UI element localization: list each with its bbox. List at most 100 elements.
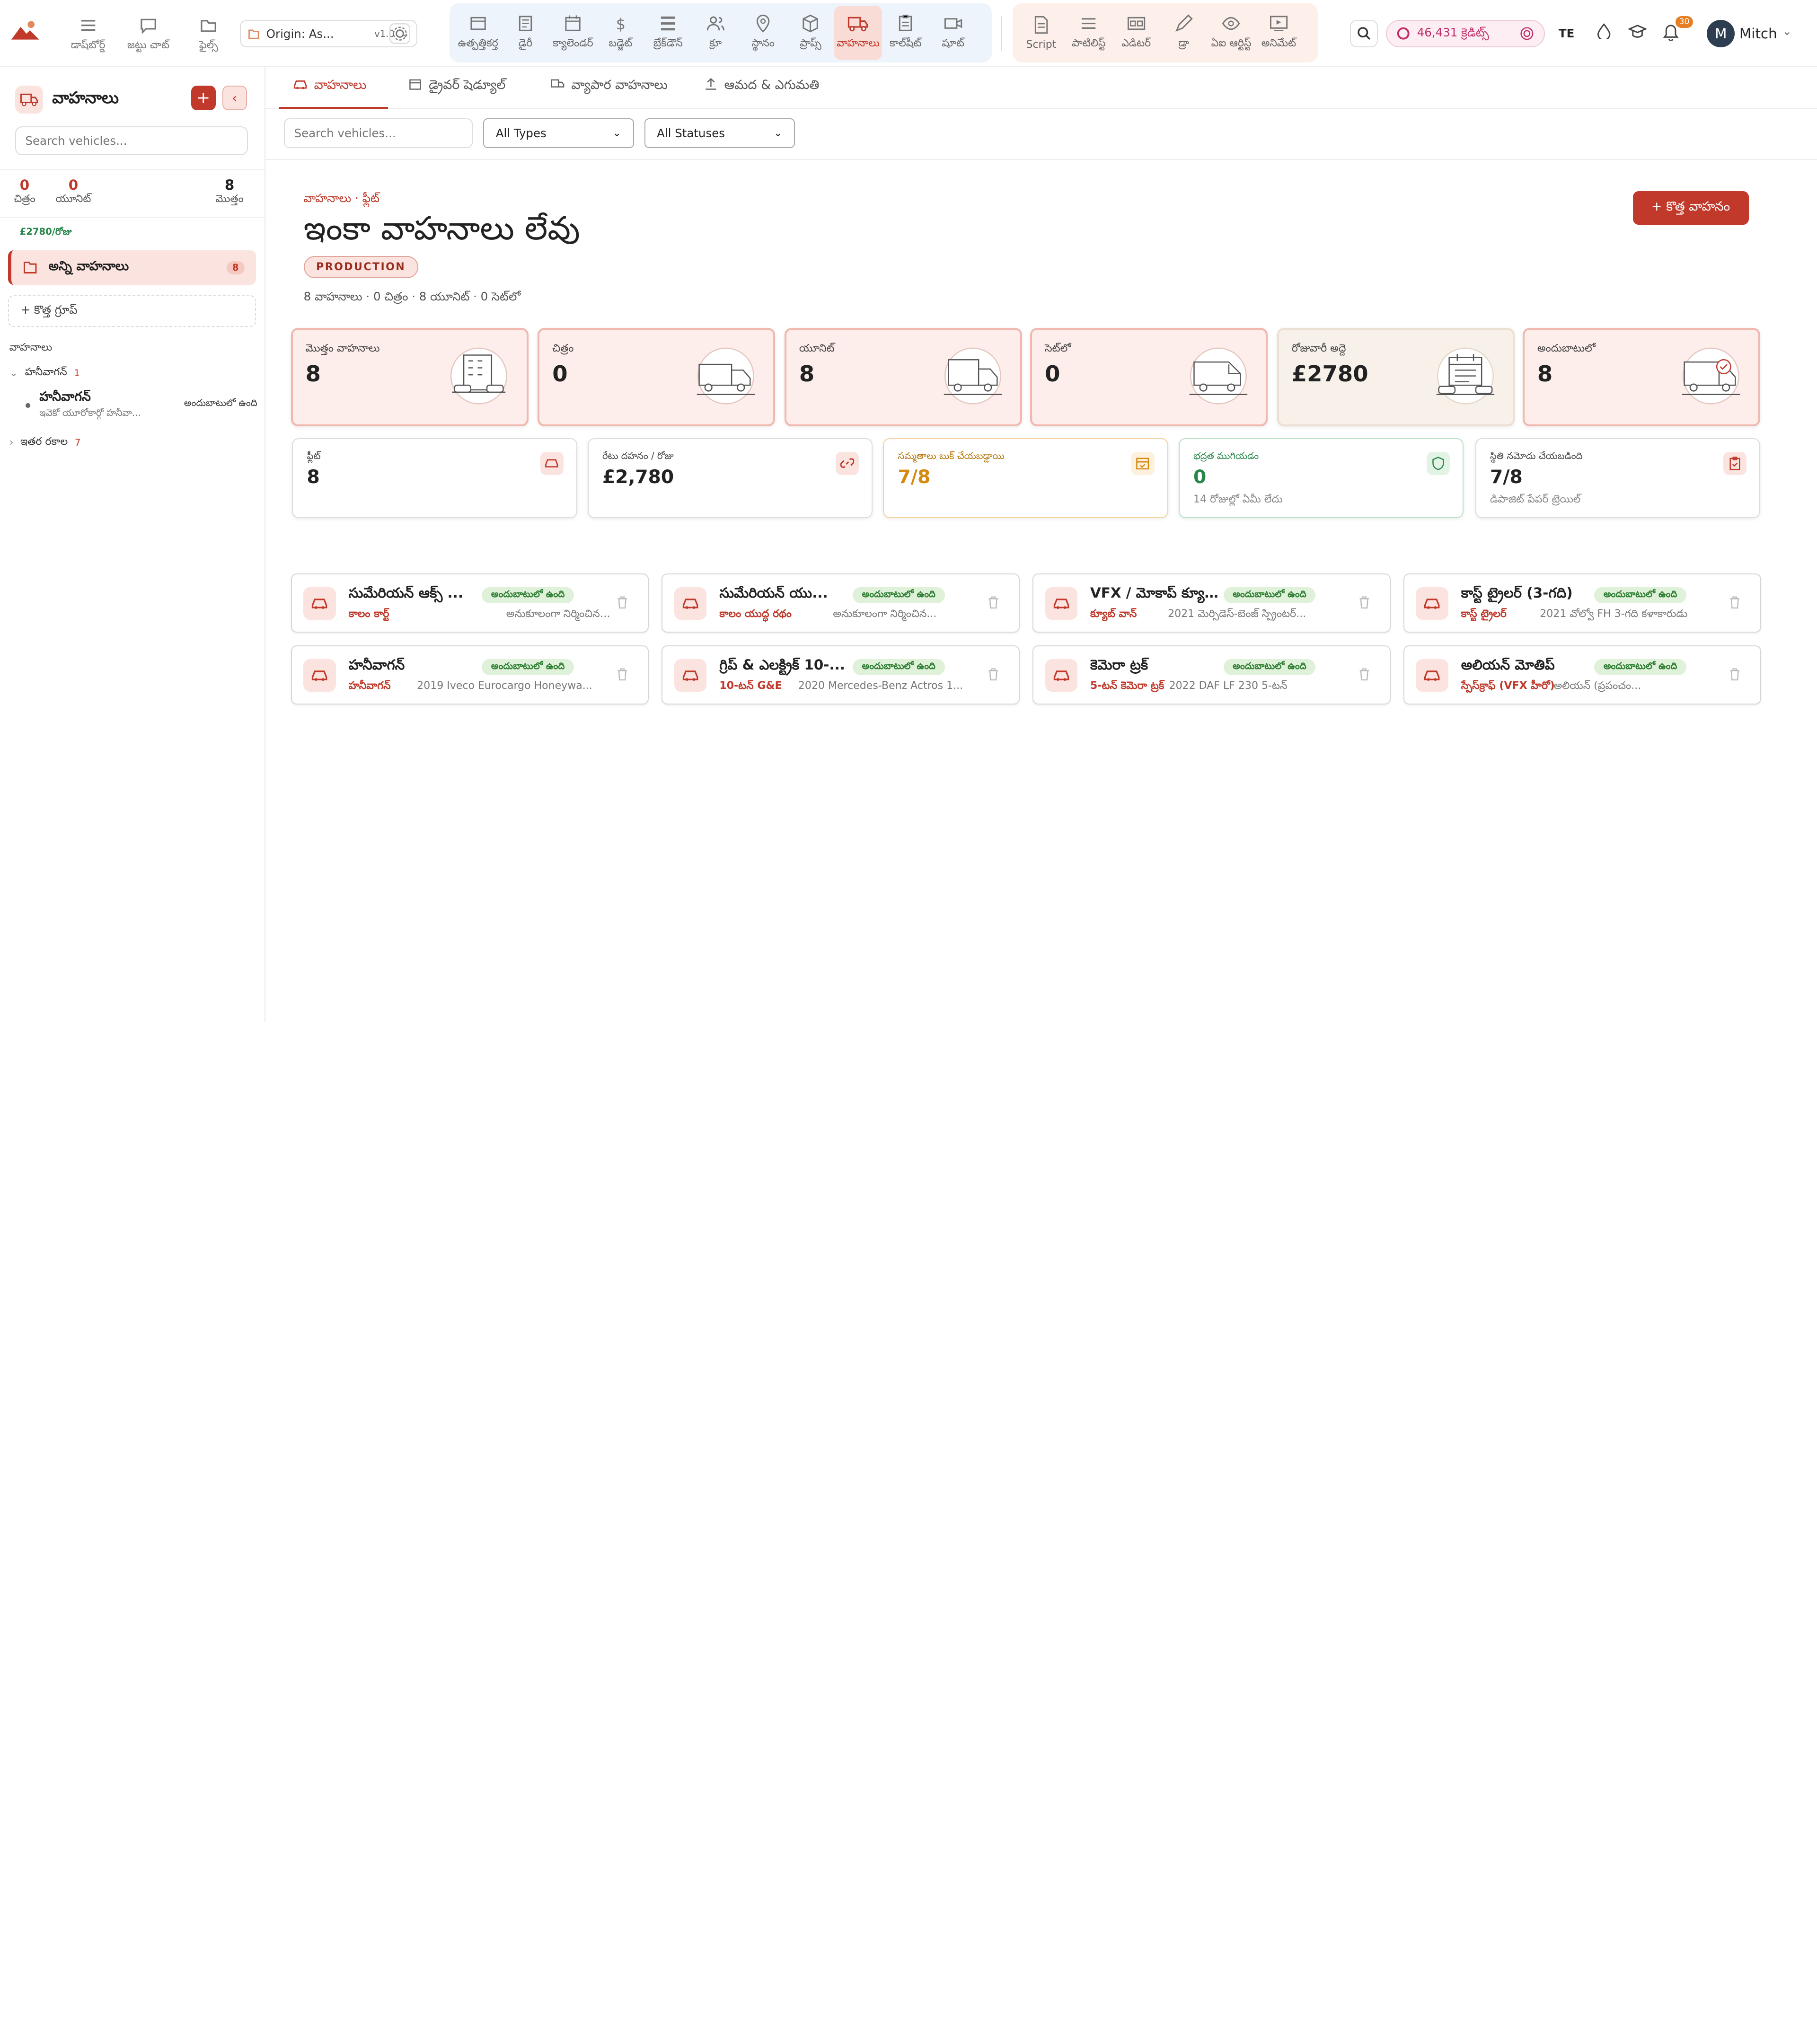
module-production[interactable]: ఉత్పత్తికర్త (454, 6, 502, 60)
car-icon (540, 451, 564, 475)
droplet-icon (1597, 23, 1611, 40)
shield-icon (1427, 451, 1450, 475)
vehicle-card[interactable]: సుమేరియన్ ఆక్స్ ... అందుబాటులో ఉంది కాలం క… (291, 573, 649, 633)
tab-import-export[interactable]: ఆమద & ఎగుమతి (705, 78, 819, 109)
tab-driver-schedule[interactable]: డ్రైవర్ షెడ్యూల్ (409, 78, 505, 109)
module-locations[interactable]: స్థానం (739, 6, 786, 60)
building-illustration-icon (450, 348, 508, 405)
delete-vehicle-button[interactable] (617, 667, 628, 681)
divider (1001, 16, 1003, 51)
chevron-down-icon[interactable]: ⌄ (1782, 24, 1792, 38)
add-vehicle-button[interactable]: + (191, 86, 216, 110)
mini-card-sub: 14 రోజుల్లో ఏమీ లేదు (1193, 493, 1283, 505)
tool-outline[interactable]: పాటిలిస్ట్ (1065, 6, 1112, 60)
vehicle-card[interactable]: కాస్ట్ ట్రైలర్ (3-గది) అందుబాటులో ఉంది కాస… (1403, 573, 1762, 633)
collapse-sidebar-button[interactable]: ‹ (222, 86, 247, 110)
trash-icon (1359, 668, 1369, 681)
status-filter-select[interactable]: All Statuses ⌄ (644, 118, 795, 149)
mini-card-label: ఫ్లీట్ (307, 450, 321, 462)
tool-animate[interactable]: అనిమేట్ (1255, 6, 1302, 60)
vehicle-card[interactable]: హనీవాగన్ అందుబాటులో ఉంది హనీవాగన్ 2019 Ivec… (291, 645, 649, 705)
shoot-icon (944, 18, 962, 29)
project-settings-button[interactable] (389, 23, 410, 44)
car-icon (303, 659, 336, 692)
vehicle-card[interactable]: అలియన్ మోతిప్ అందుబాటులో ఉంది స్పేస్‌క్రాఫ… (1403, 645, 1762, 705)
module-label: క్యాలెండర్ (553, 37, 593, 50)
calendar-icon (565, 15, 581, 32)
tool-editor[interactable]: ఎడిటర్ (1112, 6, 1160, 60)
tab-label: ఆమద & ఎగుమతి (724, 78, 820, 93)
module-props[interactable]: ప్రాప్స్ (787, 6, 834, 60)
stat-label: చిత్రం (14, 193, 35, 205)
module-budget[interactable]: $ బడ్జెట్ (597, 6, 644, 60)
new-group-button[interactable]: + కొత్త గ్రూప్ (8, 295, 256, 327)
stat-card-total: మొత్తం వాహనాలు 8 (291, 328, 529, 427)
credits-pill[interactable]: 46,431 క్రెడిట్స్ (1386, 19, 1545, 48)
vehicle-search-input[interactable] (283, 118, 473, 149)
project-name: Origin: As... (266, 26, 334, 41)
global-search-button[interactable] (1350, 19, 1378, 48)
car-icon (303, 587, 336, 620)
module-crew[interactable]: క్రూ (692, 6, 739, 60)
delete-vehicle-button[interactable] (617, 595, 628, 609)
language-switcher[interactable]: TE (1559, 26, 1574, 40)
section-label: వాహనాలు (9, 342, 53, 354)
vehicle-type: స్పేస్‌క్రాఫ్ (VFX హీరో) (1461, 680, 1555, 692)
vehicle-card[interactable]: గ్రిప్ & ఎలక్ట్రిక్ 10-... అందుబాటులో ఉంద… (662, 645, 1020, 705)
stat-card-label: రోజువారీ అద్దె (1291, 343, 1346, 354)
user-name[interactable]: Mitch (1739, 26, 1777, 42)
type-filter-select[interactable]: All Types ⌄ (483, 118, 634, 149)
new-vehicle-button[interactable]: + కొత్త వాహనం (1632, 191, 1749, 225)
nav-team-chat[interactable]: జట్టు చాట్ (121, 16, 176, 53)
nav-files[interactable]: ఫైల్స్ (181, 16, 237, 53)
avatar[interactable]: M (1707, 19, 1735, 48)
calendar-icon (409, 79, 422, 90)
tool-draw[interactable]: డ్రా (1160, 6, 1207, 60)
nav-dashboard[interactable]: డాష్‌బోర్డ్ (60, 16, 116, 53)
mini-card-value: £2,780 (602, 467, 674, 488)
learning-button[interactable] (1628, 23, 1647, 39)
app-logo[interactable] (11, 20, 40, 41)
sidebar-item-all-vehicles[interactable]: అన్ని వాహనాలు 8 (8, 250, 256, 285)
delete-vehicle-button[interactable] (988, 595, 999, 609)
tool-ai-artist[interactable]: ఏఐ ఆర్టిస్ట్ (1208, 6, 1255, 60)
tool-script[interactable]: Script (1017, 6, 1065, 60)
vehicle-card[interactable]: VFX / మోకాప్ క్యూ... అందుబాటులో ఉంది క్యూబ… (1032, 573, 1391, 633)
credits-value: 46,431 క్రెడిట్స్ (1417, 25, 1489, 39)
vehicle-description: అలియన్ (ప్రపంచం... (1553, 680, 1641, 692)
theme-toggle[interactable] (1597, 23, 1611, 40)
truck-icon (551, 79, 565, 88)
delete-vehicle-button[interactable] (1729, 595, 1740, 609)
editor-icon (1127, 17, 1145, 30)
module-call-sheet[interactable]: కాల్‌షీట్ (882, 6, 929, 60)
delete-vehicle-button[interactable] (1358, 595, 1370, 609)
vehicle-card[interactable]: కెమెరా ట్రక్ అందుబాటులో ఉంది 5-టన్ కెమెరా … (1032, 645, 1391, 705)
stat-card-value: 8 (799, 361, 815, 387)
delete-vehicle-button[interactable] (1358, 667, 1370, 681)
tree-item-honeywagon[interactable]: హనీవాగన్ ఇవెకో యూరోకార్గో హనీవా... అందుబ… (25, 389, 257, 421)
module-vehicles[interactable]: వాహనాలు (834, 6, 882, 61)
plus-icon: + (196, 88, 211, 107)
vehicle-type: 5-టన్ కెమెరా ట్రక్ (1090, 680, 1164, 692)
vehicle-description: అనుకూలంగా నిర్మించిన... (833, 608, 937, 620)
module-breakdown[interactable]: బ్రేక్‌డౌన్ (644, 6, 692, 60)
tab-label: వాహనాలు (314, 78, 367, 93)
animate-icon (1270, 16, 1288, 31)
module-calendar[interactable]: క్యాలెండర్ (549, 6, 597, 60)
tree-group-other[interactable]: › ఇతర రకాల 7 (9, 436, 81, 450)
tree-group-honeywagon[interactable]: ⌄ హనీవాగన్ 1 (9, 366, 80, 380)
sidebar-search-input[interactable] (15, 126, 248, 156)
module-nav: ఉత్పత్తికర్త డైరీ క్యాలెండర్ $ బడ్జెట్ బ్… (450, 3, 992, 63)
module-diary[interactable]: డైరీ (502, 6, 549, 60)
vehicle-type: 10-టన్ G&E (719, 680, 782, 692)
module-shoot[interactable]: షూట్ (929, 6, 977, 60)
vehicle-name: కెమెరా ట్రక్ (1090, 657, 1148, 673)
delete-vehicle-button[interactable] (1729, 667, 1740, 681)
vehicle-card[interactable]: సుమేరియన్ యు... అందుబాటులో ఉంది కాలం యుద్ధ… (662, 573, 1020, 633)
sidebar-header: వాహనాలు (15, 86, 119, 114)
delete-vehicle-button[interactable] (988, 667, 999, 681)
tab-vehicles[interactable]: వాహనాలు (279, 78, 388, 109)
tab-commercial-vehicles[interactable]: వ్యాపార వాహనాలు (550, 78, 668, 109)
top-bar: డాష్‌బోర్డ్ జట్టు చాట్ ఫైల్స్ Origin: As… (0, 0, 1817, 68)
nav-team-chat-label: జట్టు చాట్ (127, 39, 169, 52)
